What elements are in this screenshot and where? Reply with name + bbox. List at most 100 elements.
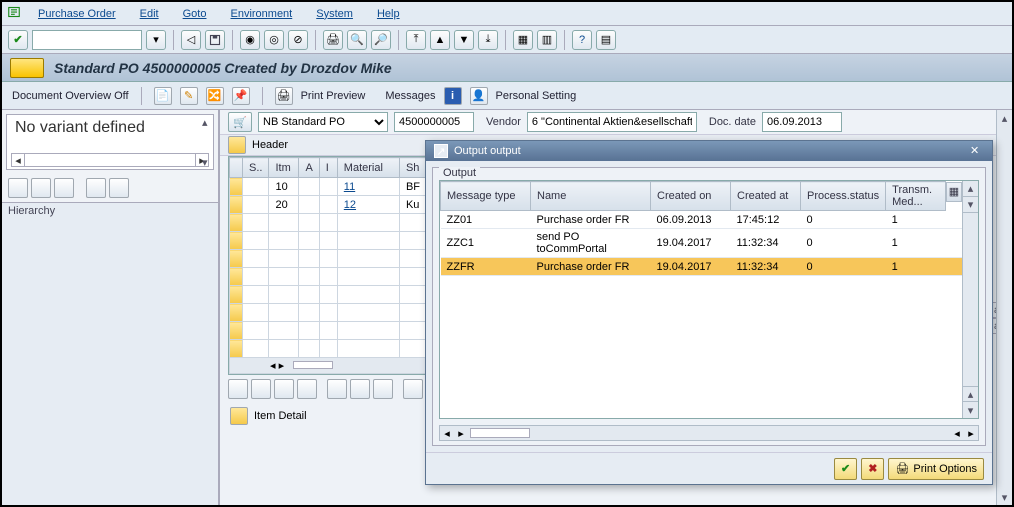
create-icon[interactable]: 📄 bbox=[154, 87, 172, 105]
vendor-field[interactable] bbox=[527, 112, 697, 132]
cancel-icon[interactable]: ⊘ bbox=[288, 30, 308, 50]
rightpane-scrollbar[interactable]: ▴ ▾ bbox=[996, 110, 1012, 505]
table-row-empty[interactable] bbox=[230, 214, 427, 232]
layout-icon[interactable]: ▤ bbox=[596, 30, 616, 50]
scroll-up-icon[interactable]: ▴ bbox=[997, 110, 1012, 126]
it-ic-8[interactable] bbox=[403, 379, 423, 399]
other-po-icon[interactable]: 🔀 bbox=[206, 87, 224, 105]
scroll-down-icon[interactable]: ▾ bbox=[997, 489, 1012, 505]
exit-icon[interactable]: ◎ bbox=[264, 30, 284, 50]
print-preview-icon[interactable]: 🖨 bbox=[275, 87, 293, 105]
col-material[interactable]: Material bbox=[337, 158, 399, 178]
shortcut-icon[interactable]: ▥ bbox=[537, 30, 557, 50]
pcol-createdat[interactable]: Created at bbox=[731, 182, 801, 211]
popup-vscroll[interactable]: ▴ ▾ ▴ ▾ bbox=[962, 181, 978, 418]
find-next-icon[interactable]: 🔎 bbox=[371, 30, 391, 50]
ov-ic-2[interactable] bbox=[31, 178, 51, 198]
ov-ic-1[interactable] bbox=[8, 178, 28, 198]
menu-system[interactable]: System bbox=[316, 8, 353, 20]
popup-close-icon[interactable]: ✕ bbox=[970, 144, 984, 158]
docdate-field[interactable] bbox=[762, 112, 842, 132]
menu-help[interactable]: Help bbox=[377, 8, 400, 20]
it-ic-5[interactable] bbox=[327, 379, 347, 399]
item-detail-expand-icon[interactable] bbox=[230, 407, 248, 425]
menu-edit[interactable]: Edit bbox=[140, 8, 159, 20]
ph-left2-icon[interactable]: ◂ bbox=[950, 427, 964, 440]
info-icon[interactable]: i bbox=[444, 87, 462, 105]
pv-up-icon[interactable]: ▴ bbox=[963, 181, 978, 197]
help-icon[interactable]: ? bbox=[572, 30, 592, 50]
variant-sidebar-down[interactable]: ▾ bbox=[202, 156, 208, 169]
header-expand-icon[interactable] bbox=[228, 136, 246, 154]
table-row-empty[interactable] bbox=[230, 340, 427, 358]
it-ic-1[interactable] bbox=[228, 379, 248, 399]
messages-button[interactable]: Messages bbox=[385, 90, 435, 102]
pcol-createdon[interactable]: Created on bbox=[651, 182, 731, 211]
pcol-procstat[interactable]: Process.status bbox=[801, 182, 886, 211]
save-button[interactable] bbox=[205, 30, 225, 50]
variant-sidebar-up[interactable]: ▴ bbox=[202, 116, 208, 129]
col-s[interactable]: S.. bbox=[243, 158, 269, 178]
ph-right-icon[interactable]: ▸ bbox=[454, 427, 468, 440]
output-row[interactable]: ZZ01Purchase order FR06.09.201317:45:120… bbox=[441, 211, 963, 229]
change-icon[interactable]: ✎ bbox=[180, 87, 198, 105]
it-ic-3[interactable] bbox=[274, 379, 294, 399]
find-icon[interactable]: 🔍 bbox=[347, 30, 367, 50]
table-row-empty[interactable] bbox=[230, 322, 427, 340]
table-row-empty[interactable] bbox=[230, 232, 427, 250]
hold-icon[interactable]: 📌 bbox=[232, 87, 250, 105]
enter-button[interactable]: ✔ bbox=[8, 30, 28, 50]
ph-track[interactable] bbox=[470, 428, 530, 438]
table-row-empty[interactable] bbox=[230, 286, 427, 304]
po-number-field[interactable] bbox=[394, 112, 474, 132]
col-a[interactable]: A bbox=[299, 158, 319, 178]
pcol-msgtype[interactable]: Message type bbox=[441, 182, 531, 211]
command-field[interactable] bbox=[32, 30, 142, 50]
popup-print-options-button[interactable]: 🖨 Print Options bbox=[888, 458, 984, 480]
back-icon[interactable]: ◉ bbox=[240, 30, 260, 50]
personal-setting-icon[interactable]: 👤 bbox=[470, 87, 488, 105]
print-preview-button[interactable]: Print Preview bbox=[301, 90, 366, 102]
ov-ic-5[interactable] bbox=[109, 178, 129, 198]
col-itm[interactable]: Itm bbox=[269, 158, 299, 178]
output-row[interactable]: ZZFRPurchase order FR19.04.201711:32:340… bbox=[441, 258, 963, 276]
it-ic-4[interactable] bbox=[297, 379, 317, 399]
ov-ic-4[interactable] bbox=[86, 178, 106, 198]
ph-left-icon[interactable]: ◂ bbox=[440, 427, 454, 440]
table-row-empty[interactable] bbox=[230, 304, 427, 322]
po-type-select[interactable]: NB Standard PO bbox=[258, 112, 388, 132]
table-row[interactable]: 2012Ku bbox=[230, 196, 427, 214]
table-row-empty[interactable] bbox=[230, 250, 427, 268]
next-page-icon[interactable]: ▼ bbox=[454, 30, 474, 50]
first-page-icon[interactable]: ⤒ bbox=[406, 30, 426, 50]
prev-page-icon[interactable]: ▲ bbox=[430, 30, 450, 50]
col-i[interactable]: I bbox=[319, 158, 337, 178]
menu-environment[interactable]: Environment bbox=[230, 8, 292, 20]
table-row[interactable]: 1011BF bbox=[230, 178, 427, 196]
command-dropdown[interactable]: ▾ bbox=[146, 30, 166, 50]
back-button[interactable]: ◁ bbox=[181, 30, 201, 50]
ov-ic-3[interactable] bbox=[54, 178, 74, 198]
pcol-name[interactable]: Name bbox=[531, 182, 651, 211]
print-icon[interactable]: 🖨 bbox=[323, 30, 343, 50]
menu-purchase-order[interactable]: Purchase Order bbox=[38, 8, 116, 20]
pv-down2-icon[interactable]: ▾ bbox=[963, 402, 978, 418]
variant-scroll-left[interactable]: ◂ bbox=[11, 153, 25, 167]
last-page-icon[interactable]: ⤓ bbox=[478, 30, 498, 50]
cart-icon[interactable]: 🛒 bbox=[228, 112, 252, 132]
popup-cancel-button[interactable]: ✖ bbox=[861, 458, 884, 480]
col-sh[interactable]: Sh bbox=[399, 158, 426, 178]
grid-config-icon[interactable]: ▦ bbox=[946, 182, 962, 202]
popup-ok-button[interactable]: ✔ bbox=[834, 458, 857, 480]
it-ic-6[interactable] bbox=[350, 379, 370, 399]
pv-up2-icon[interactable]: ▴ bbox=[963, 386, 978, 402]
pv-down-icon[interactable]: ▾ bbox=[963, 197, 978, 213]
menu-goto[interactable]: Goto bbox=[183, 8, 207, 20]
it-ic-7[interactable] bbox=[373, 379, 393, 399]
ph-right2-icon[interactable]: ▸ bbox=[964, 427, 978, 440]
it-ic-2[interactable] bbox=[251, 379, 271, 399]
output-row[interactable]: ZZC1send PO toCommPortal19.04.201711:32:… bbox=[441, 229, 963, 258]
table-row-empty[interactable] bbox=[230, 268, 427, 286]
new-session-icon[interactable]: ▦ bbox=[513, 30, 533, 50]
doc-overview-toggle[interactable]: Document Overview Off bbox=[12, 90, 129, 102]
